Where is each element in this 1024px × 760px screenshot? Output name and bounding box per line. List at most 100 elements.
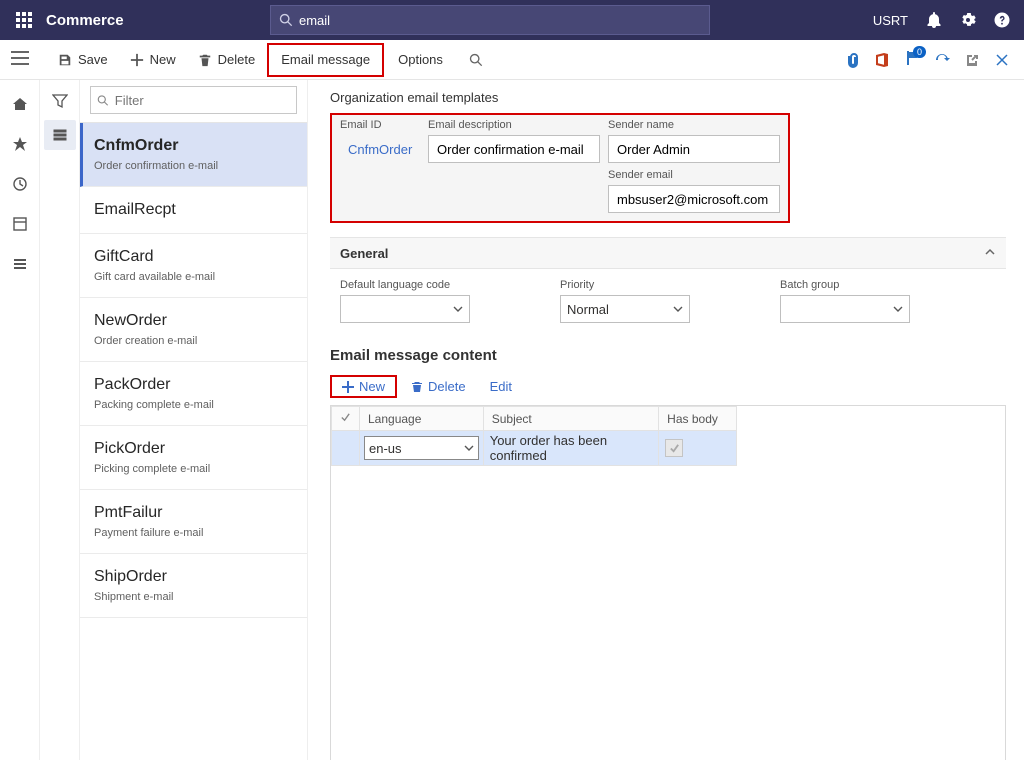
- list-item-title: PmtFailur: [94, 504, 291, 522]
- app-launcher-icon[interactable]: [8, 12, 40, 28]
- list-item-title: NewOrder: [94, 312, 291, 330]
- hasbody-cell[interactable]: [659, 431, 737, 466]
- nav-modules-icon[interactable]: [6, 250, 34, 278]
- emailid-label: Email ID: [340, 119, 420, 131]
- options-button[interactable]: Options: [386, 43, 455, 77]
- general-panel-header[interactable]: General: [330, 237, 1006, 269]
- filter-tool-icon[interactable]: [44, 86, 76, 116]
- langcode-dropdown[interactable]: [340, 295, 470, 323]
- col-language[interactable]: Language: [360, 407, 484, 431]
- list-filter[interactable]: [90, 86, 297, 114]
- chevron-down-icon: [673, 304, 683, 314]
- popout-icon[interactable]: [964, 52, 980, 68]
- nav-home-icon[interactable]: [6, 90, 34, 118]
- col-hasbody[interactable]: Has body: [659, 407, 737, 431]
- global-search[interactable]: [270, 5, 710, 35]
- list-item-desc: Shipment e-mail: [94, 591, 291, 603]
- save-icon: [58, 53, 72, 67]
- list-item-title: EmailRecpt: [94, 201, 291, 219]
- priority-label: Priority: [560, 279, 690, 291]
- notifications-button[interactable]: 0: [904, 50, 920, 69]
- new-label: New: [150, 52, 176, 67]
- new-button[interactable]: New: [120, 43, 186, 77]
- options-label: Options: [398, 52, 443, 67]
- content-delete-label: Delete: [428, 379, 466, 394]
- list-item[interactable]: ShipOrderShipment e-mail: [80, 554, 307, 618]
- col-select[interactable]: [332, 407, 360, 431]
- sendername-input[interactable]: [608, 135, 780, 163]
- priority-dropdown[interactable]: Normal: [560, 295, 690, 323]
- nav-toggle-icon[interactable]: [11, 51, 29, 68]
- hasbody-checkbox: [665, 439, 683, 457]
- close-icon[interactable]: [994, 52, 1010, 68]
- trash-icon: [411, 381, 423, 393]
- delete-button[interactable]: Delete: [188, 43, 266, 77]
- list-item[interactable]: PmtFailurPayment failure e-mail: [80, 490, 307, 554]
- language-value: en-us: [369, 441, 402, 456]
- save-button[interactable]: Save: [48, 43, 118, 77]
- list-item-title: PickOrder: [94, 440, 291, 458]
- langcode-label: Default language code: [340, 279, 470, 291]
- list-item-desc: Gift card available e-mail: [94, 271, 291, 283]
- content-edit-button[interactable]: Edit: [480, 377, 522, 396]
- emailid-value[interactable]: CnfmOrder: [340, 135, 420, 163]
- help-icon[interactable]: [994, 12, 1010, 28]
- gear-icon[interactable]: [960, 12, 976, 28]
- content-new-button[interactable]: New: [330, 375, 397, 398]
- table-row[interactable]: en-us Your order has been confirmed: [332, 431, 737, 466]
- subject-cell[interactable]: Your order has been confirmed: [483, 431, 658, 466]
- plus-icon: [342, 381, 354, 393]
- search-icon: [97, 94, 109, 107]
- col-subject[interactable]: Subject: [483, 407, 658, 431]
- email-message-label: Email message: [281, 52, 370, 67]
- batchgroup-label: Batch group: [780, 279, 910, 291]
- notifications-badge: 0: [913, 46, 926, 58]
- user-label[interactable]: USRT: [873, 13, 908, 28]
- header-fields-group: Email ID CnfmOrder Email description Sen…: [330, 113, 790, 223]
- office-icon[interactable]: [874, 52, 890, 68]
- priority-value: Normal: [567, 302, 609, 317]
- plus-icon: [130, 53, 144, 67]
- list-filter-input[interactable]: [115, 93, 290, 108]
- content-delete-button[interactable]: Delete: [401, 377, 476, 396]
- list-item[interactable]: CnfmOrder Order confirmation e-mail: [80, 123, 307, 187]
- desc-input[interactable]: [428, 135, 600, 163]
- cmd-search-button[interactable]: [457, 43, 495, 77]
- content-edit-label: Edit: [490, 379, 512, 394]
- list-item-title: CnfmOrder: [94, 137, 291, 155]
- list-item-desc: Order confirmation e-mail: [94, 160, 291, 172]
- attach-icon[interactable]: [844, 52, 860, 68]
- list-item[interactable]: PackOrderPacking complete e-mail: [80, 362, 307, 426]
- list-item[interactable]: GiftCard Gift card available e-mail: [80, 234, 307, 298]
- batchgroup-dropdown[interactable]: [780, 295, 910, 323]
- row-select-cell[interactable]: [332, 431, 360, 466]
- list-item-title: GiftCard: [94, 248, 291, 266]
- delete-label: Delete: [218, 52, 256, 67]
- brand-title: Commerce: [40, 12, 240, 29]
- sendername-label: Sender name: [608, 119, 780, 131]
- language-dropdown[interactable]: en-us: [364, 436, 479, 460]
- page-title: Organization email templates: [330, 90, 1006, 105]
- chevron-down-icon: [464, 443, 474, 453]
- nav-favorites-icon[interactable]: [6, 130, 34, 158]
- email-message-button[interactable]: Email message: [267, 43, 384, 77]
- global-search-input[interactable]: [299, 13, 701, 28]
- content-heading: Email message content: [330, 347, 1006, 364]
- chevron-up-icon: [984, 246, 996, 261]
- desc-label: Email description: [428, 119, 600, 131]
- list-item-desc: Picking complete e-mail: [94, 463, 291, 475]
- refresh-icon[interactable]: [934, 52, 950, 68]
- chevron-down-icon: [453, 304, 463, 314]
- list-item[interactable]: PickOrder Picking complete e-mail: [80, 426, 307, 490]
- trash-icon: [198, 53, 212, 67]
- list-item[interactable]: EmailRecpt: [80, 187, 307, 234]
- nav-recent-icon[interactable]: [6, 170, 34, 198]
- list-item[interactable]: NewOrderOrder creation e-mail: [80, 298, 307, 362]
- content-new-label: New: [359, 379, 385, 394]
- bell-icon[interactable]: [926, 12, 942, 28]
- list-tool-icon[interactable]: [44, 120, 76, 150]
- list-item-title: PackOrder: [94, 376, 291, 394]
- senderemail-input[interactable]: [608, 185, 780, 213]
- search-icon: [469, 53, 483, 67]
- nav-workspaces-icon[interactable]: [6, 210, 34, 238]
